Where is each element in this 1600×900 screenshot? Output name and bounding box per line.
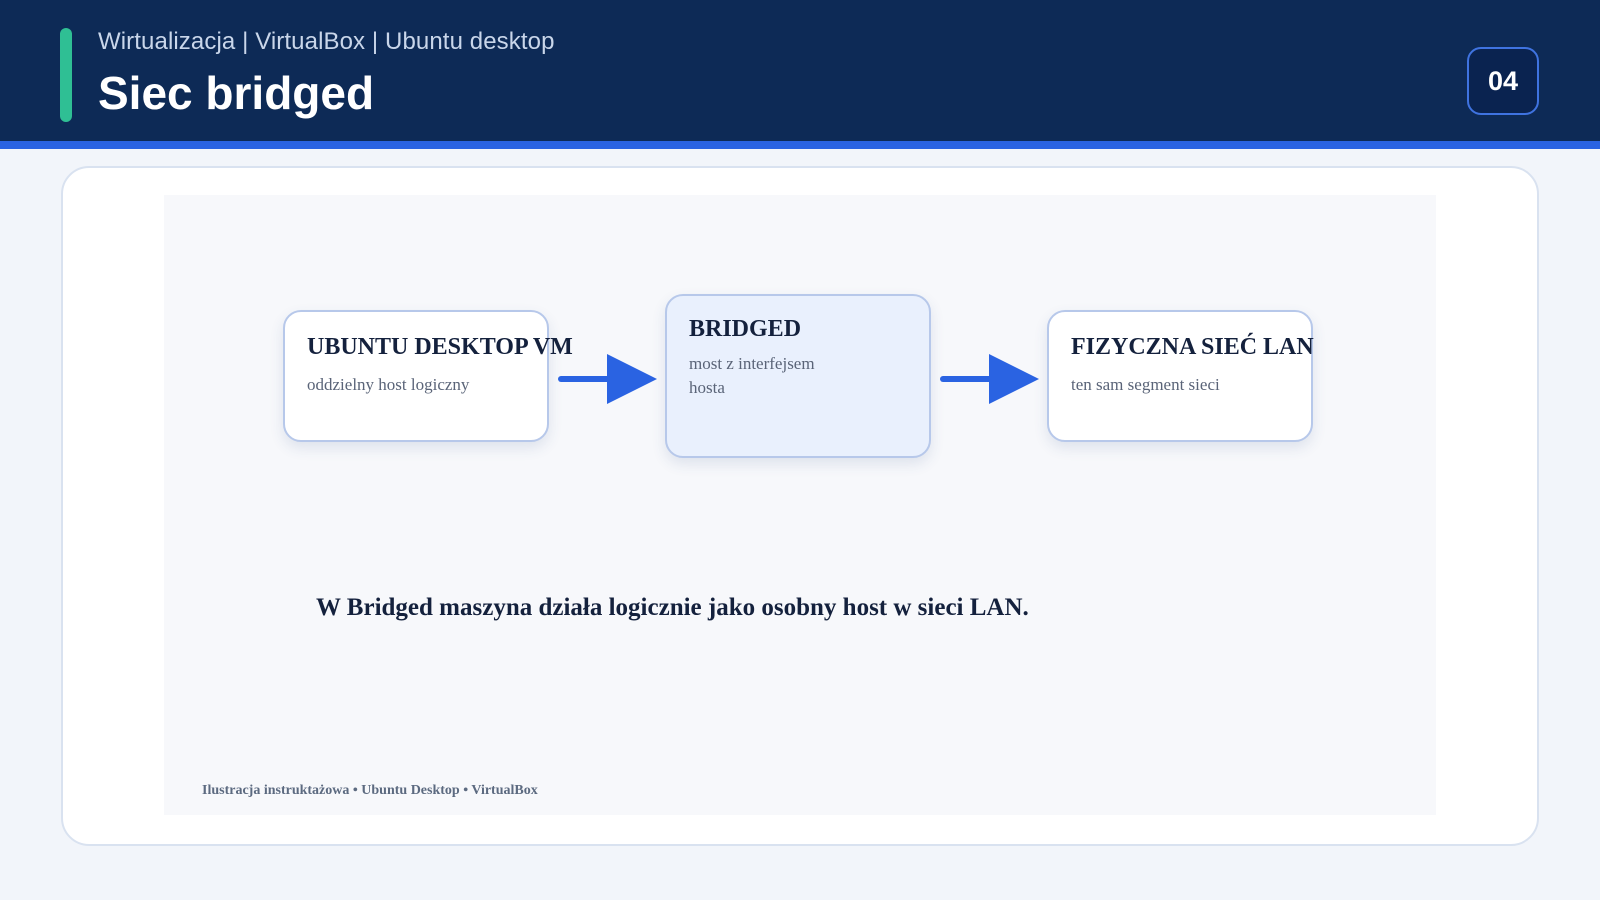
page-title: Siec bridged <box>98 67 375 119</box>
header-divider <box>0 141 1600 149</box>
node-title: FIZYCZNA SIEĆ LAN <box>1071 334 1314 360</box>
node-title: UBUNTU DESKTOP VM <box>307 334 573 360</box>
node-ubuntu-vm: UBUNTU DESKTOP VM oddzielny host logiczn… <box>283 310 573 442</box>
slide-number-badge: 04 <box>1467 47 1539 115</box>
node-subtitle: ten sam segment sieci <box>1071 375 1220 394</box>
node-subtitle: most z interfejsem hosta <box>689 354 815 397</box>
node-physical-lan: FIZYCZNA SIEĆ LAN ten sam segment sieci <box>1047 310 1314 442</box>
node-title: BRIDGED <box>689 316 802 342</box>
title-accent-bar <box>60 28 72 122</box>
breadcrumb: Wirtualizacja | VirtualBox | Ubuntu desk… <box>98 28 555 55</box>
figure-caption: Ilustracja instruktażowa • Ubuntu Deskto… <box>202 783 538 798</box>
node-subtitle: oddzielny host logiczny <box>307 375 470 394</box>
diagram-canvas: UBUNTU DESKTOP VM oddzielny host logiczn… <box>164 195 1436 815</box>
diagram-statement: W Bridged maszyna działa logicznie jako … <box>316 594 1029 621</box>
arrow-right-icon <box>558 354 657 404</box>
arrow-right-icon <box>940 354 1039 404</box>
node-bridged: BRIDGED most z interfejsem hosta <box>665 294 931 458</box>
